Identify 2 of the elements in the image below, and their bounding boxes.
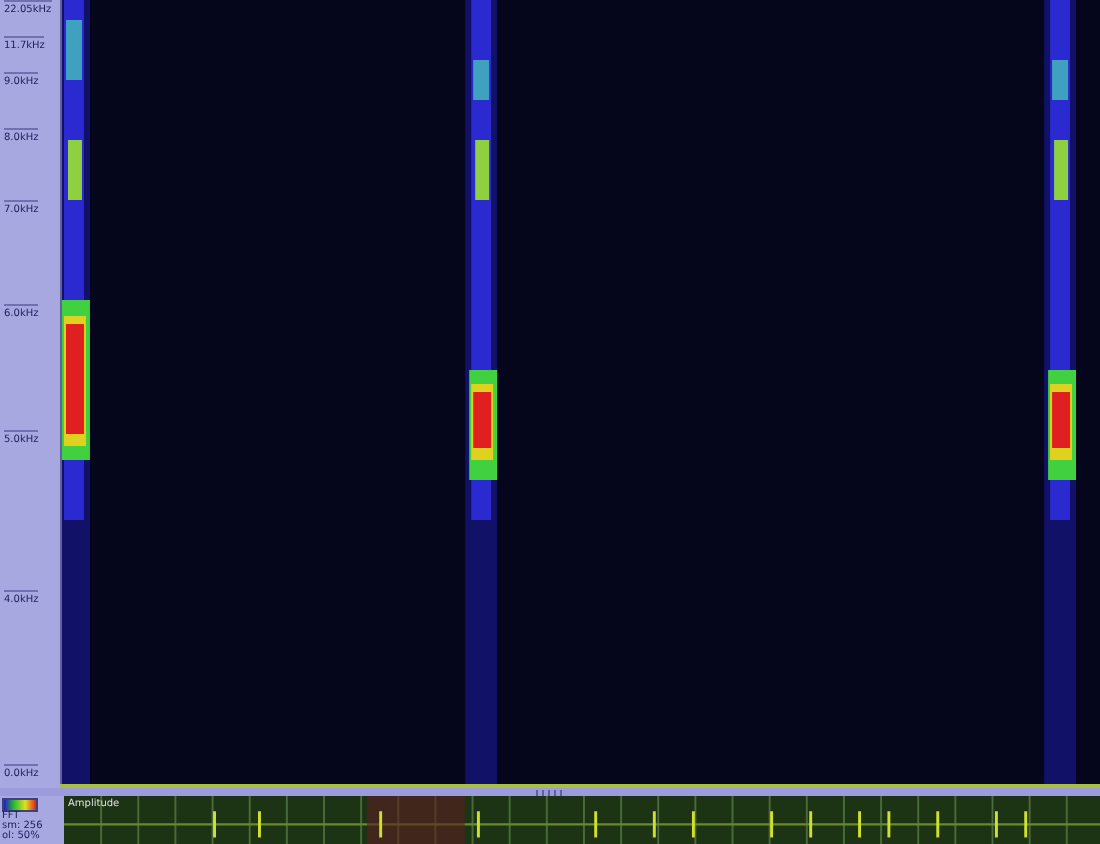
scroll-grip-icon[interactable] xyxy=(536,789,564,796)
color-scale-icon xyxy=(2,798,38,812)
